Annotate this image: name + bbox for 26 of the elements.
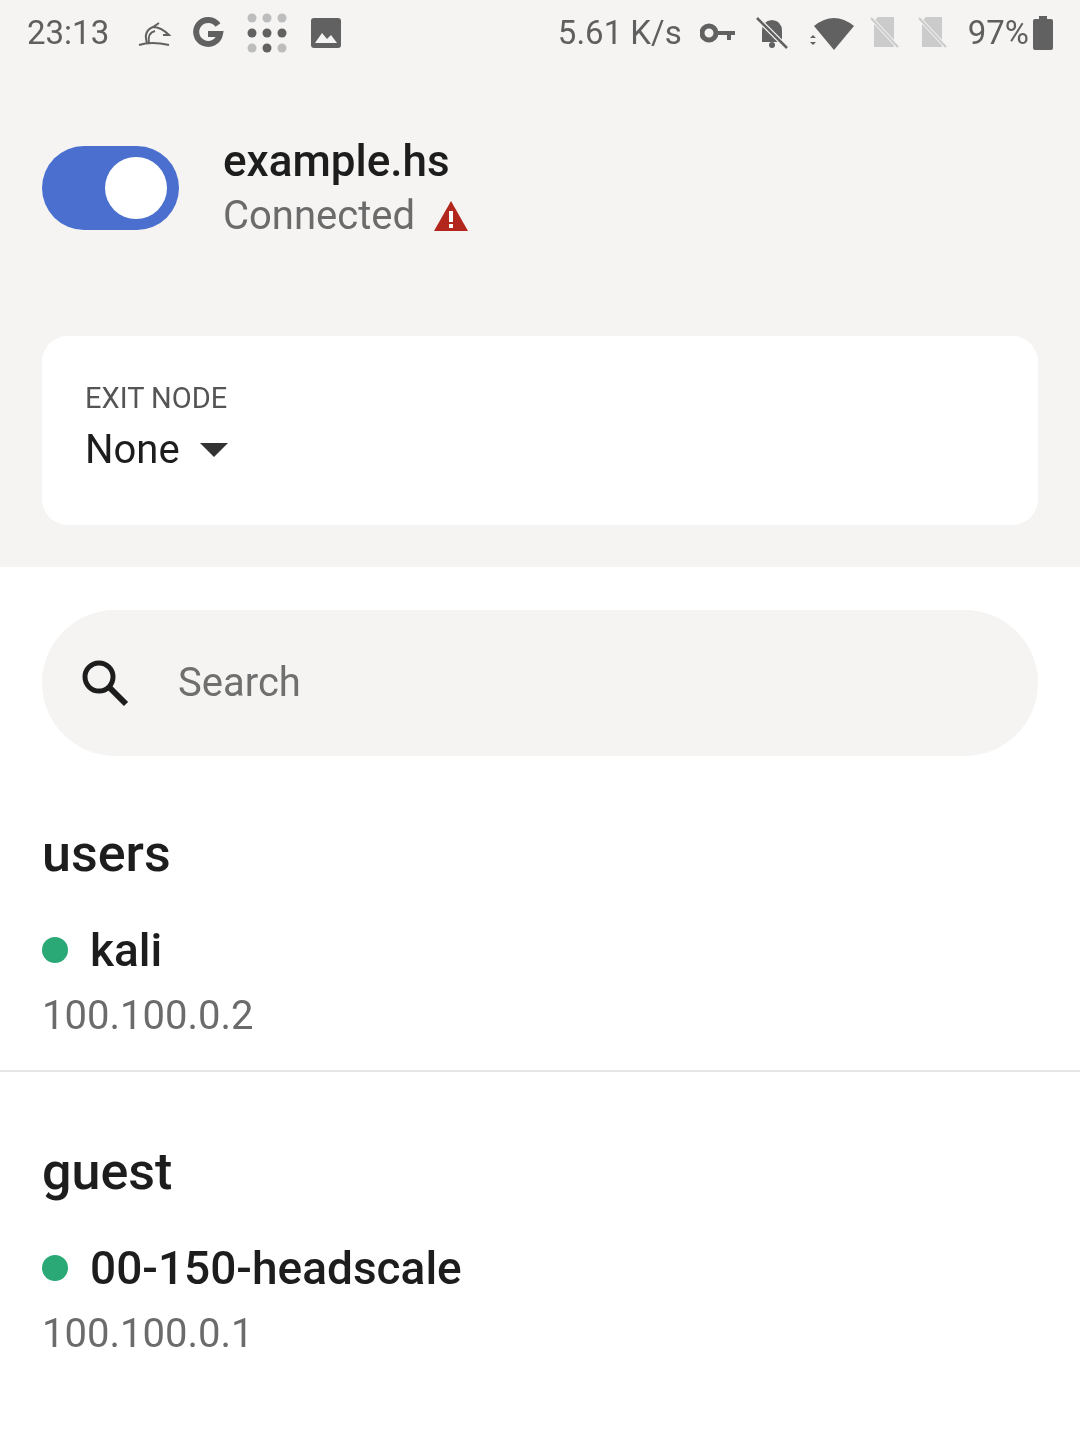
clock: 23:13 (27, 12, 110, 55)
key-icon (699, 23, 736, 43)
device-ip: 100.100.0.2 (42, 991, 255, 1041)
no-sim-icon (869, 17, 900, 49)
battery-percent: 97% (967, 12, 1029, 55)
group-heading: users (41, 822, 172, 886)
group-heading: guest (41, 1140, 174, 1204)
device-name[interactable]: kali (90, 920, 163, 980)
search-icon (80, 658, 130, 708)
exit-node-value: None (85, 425, 180, 475)
dots-grid-icon (247, 13, 288, 53)
device-ip: 100.100.0.1 (42, 1309, 255, 1359)
server-name: example.hs (223, 134, 451, 189)
exit-node-card[interactable]: EXIT NODE None (42, 336, 1038, 525)
search-input[interactable]: Search (178, 653, 1000, 713)
connection-status: Connected (223, 191, 416, 241)
no-sim-icon (917, 17, 948, 49)
battery-icon (1033, 16, 1053, 50)
exit-node-label: EXIT NODE (85, 380, 229, 416)
g-logo-icon (191, 16, 226, 50)
image-icon (311, 18, 342, 48)
device-name[interactable]: 00-150-headscale (90, 1238, 462, 1298)
network-speed: 5.61 K/s (557, 12, 682, 55)
bell-off-icon (753, 16, 790, 50)
dropdown-caret-icon[interactable] (199, 443, 228, 457)
search-field[interactable]: Search (42, 610, 1038, 756)
